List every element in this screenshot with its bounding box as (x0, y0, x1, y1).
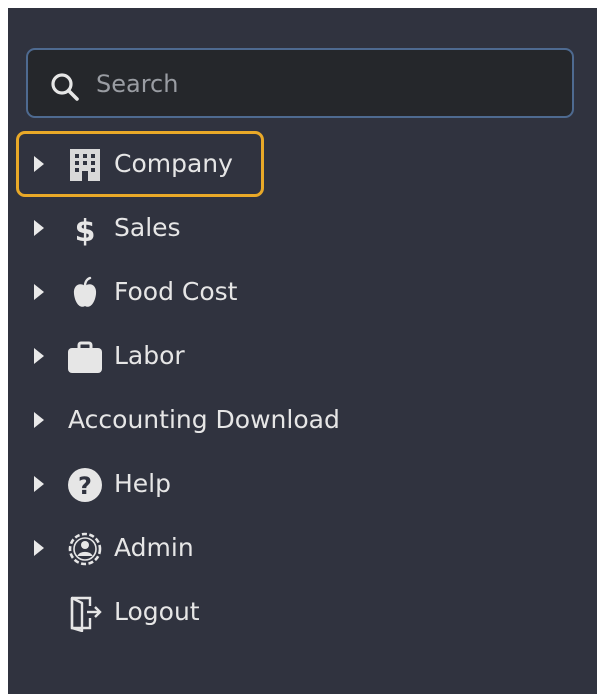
expand-caret-icon[interactable] (34, 540, 44, 556)
sidebar-item-labor[interactable]: Labor (8, 328, 597, 384)
svg-text:$: $ (75, 214, 96, 248)
sidebar-item-label: Food Cost (114, 277, 238, 306)
question-circle-icon: ? (68, 468, 102, 502)
sidebar-item-label: Logout (114, 597, 200, 626)
sidebar-item-label: Sales (114, 213, 181, 242)
search-box[interactable] (26, 48, 574, 118)
expand-caret-icon[interactable] (34, 220, 44, 236)
search-input[interactable] (94, 58, 558, 110)
search-icon (51, 73, 79, 101)
sidebar-item-label: Accounting Download (68, 405, 340, 434)
sign-out-icon (70, 596, 102, 632)
expand-caret-icon[interactable] (34, 412, 44, 428)
sidebar-item-sales[interactable]: $ Sales (8, 200, 597, 256)
sidebar-item-label: Admin (114, 533, 194, 562)
sidebar-item-admin[interactable]: Admin (8, 520, 597, 576)
expand-caret-icon[interactable] (34, 284, 44, 300)
svg-text:?: ? (78, 472, 92, 500)
sidebar: Company $ Sales Food Cost Labor Accounti… (8, 8, 597, 694)
expand-caret-icon[interactable] (34, 348, 44, 364)
apple-icon (73, 276, 97, 307)
briefcase-icon (68, 341, 102, 373)
expand-caret-icon[interactable] (34, 476, 44, 492)
sidebar-item-label: Help (114, 469, 171, 498)
sidebar-item-label: Labor (114, 341, 185, 370)
highlight-outline (16, 131, 264, 197)
sidebar-item-logout[interactable]: Logout (8, 584, 597, 640)
sidebar-item-food-cost[interactable]: Food Cost (8, 264, 597, 320)
user-gear-icon (68, 532, 102, 566)
sidebar-item-accounting-download[interactable]: Accounting Download (8, 392, 597, 448)
sidebar-item-help[interactable]: ? Help (8, 456, 597, 512)
dollar-icon: $ (75, 214, 96, 248)
